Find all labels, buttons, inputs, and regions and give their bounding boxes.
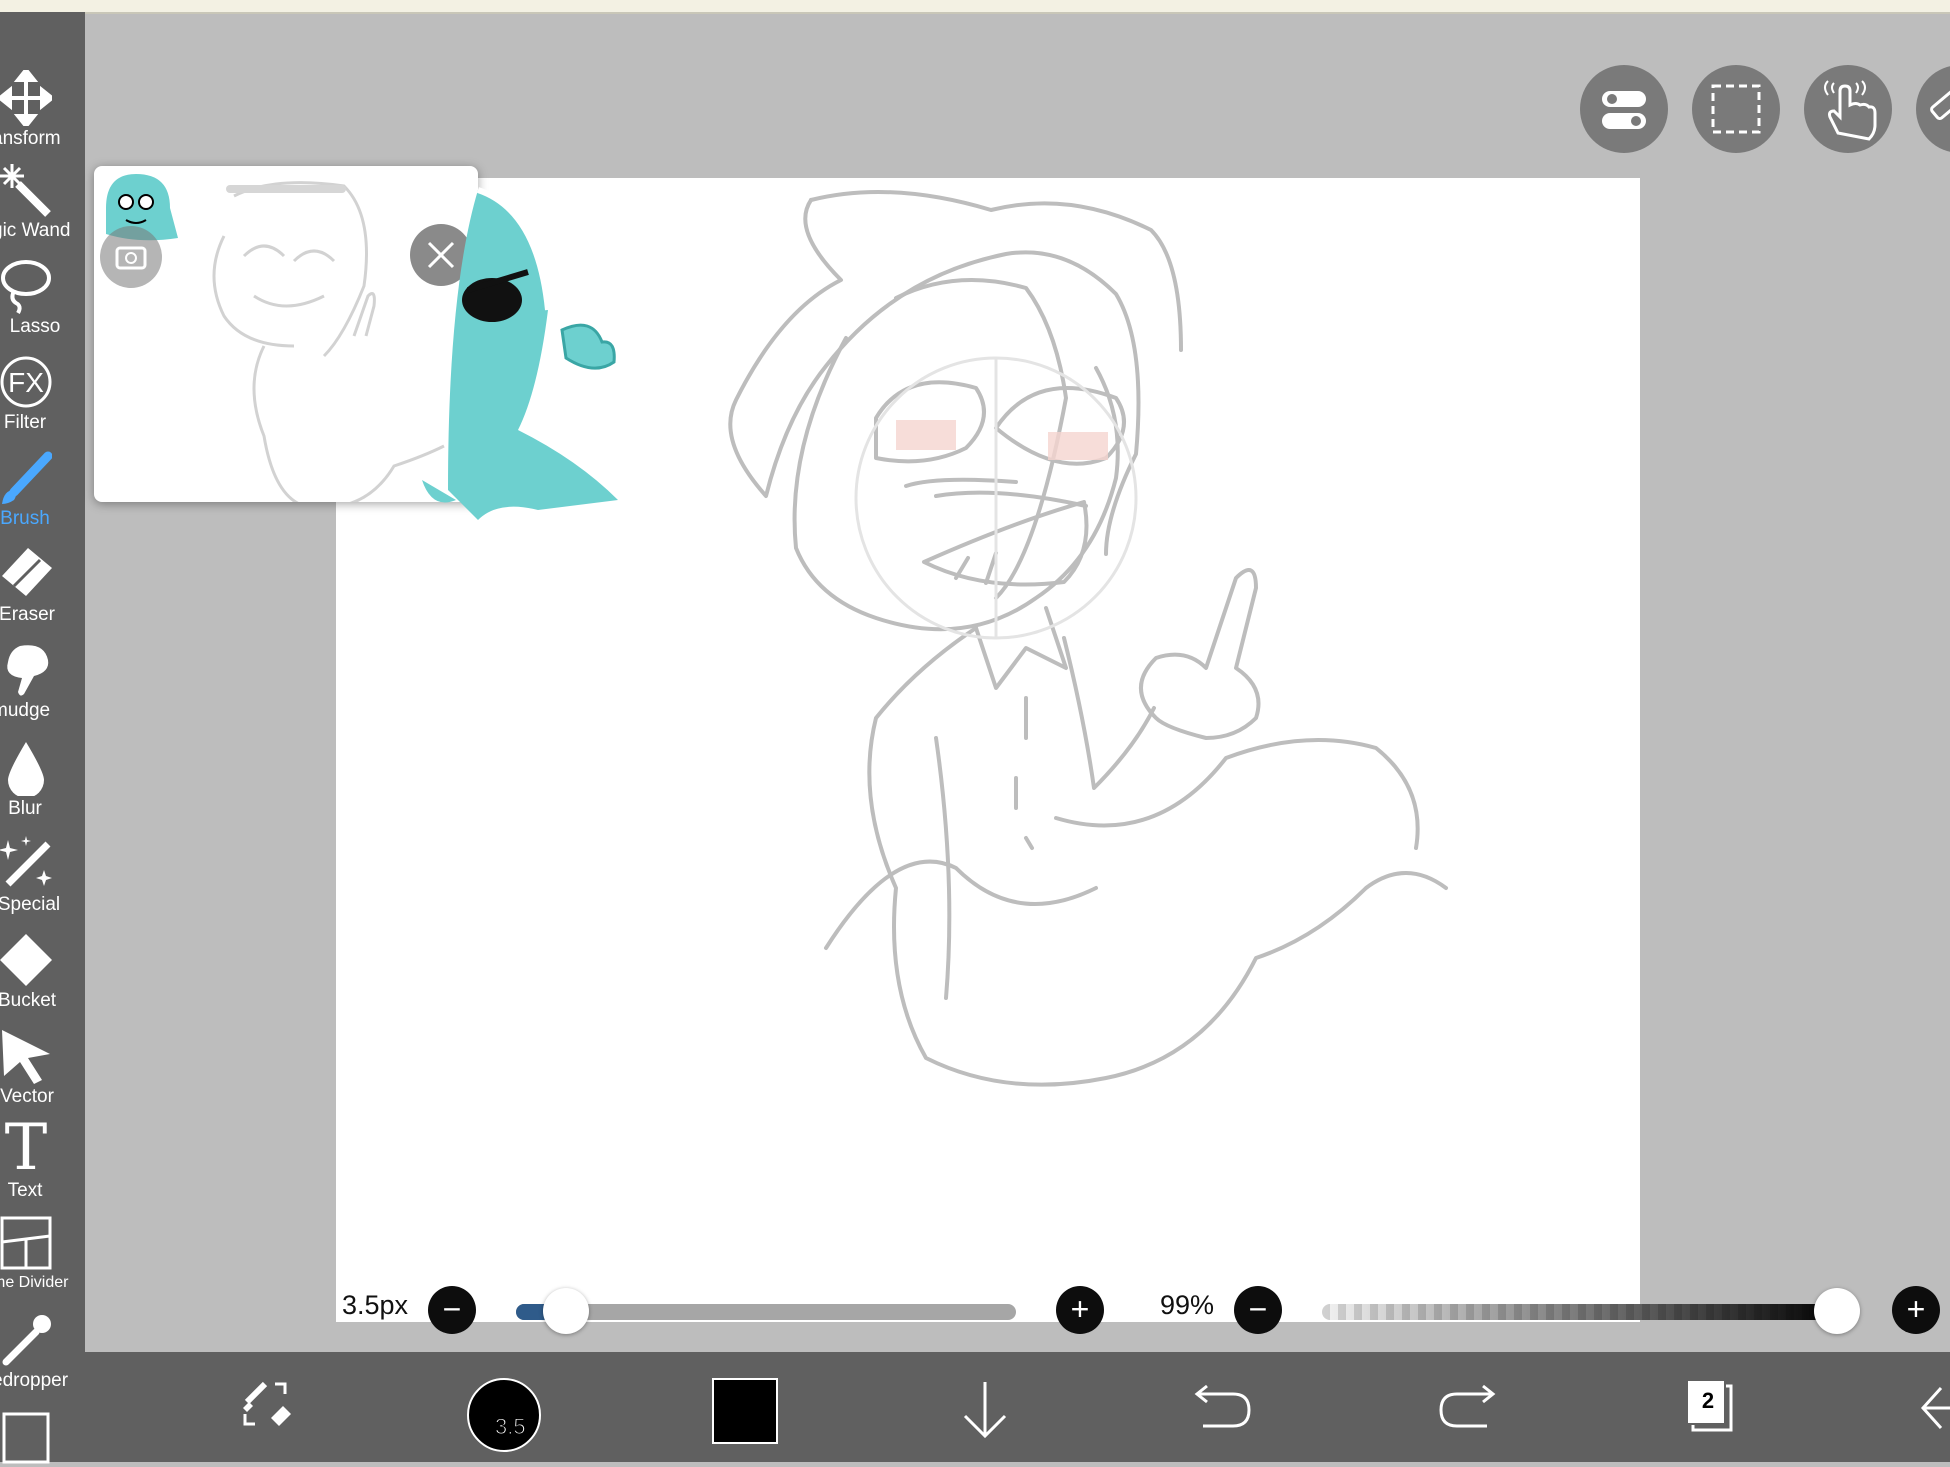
brush-size-badge: 3.5 (495, 1414, 527, 1440)
special-pen-icon (0, 836, 52, 887)
tool-label: Blur (8, 798, 42, 819)
canvas-icon (2, 1412, 50, 1464)
brush-swap-button[interactable] (225, 1352, 305, 1462)
plus-icon: + (1906, 1291, 1926, 1327)
lasso-icon (1, 260, 51, 314)
tool-label: mudge (0, 700, 51, 721)
tool-label: Brush (0, 508, 50, 529)
tool-eyedropper[interactable]: edropper (0, 1312, 85, 1404)
layers-count: 2 (1701, 1388, 1715, 1413)
brush-icon (2, 451, 52, 504)
slider-row: 3.5px − + 99% − + (336, 1282, 1950, 1338)
download-arrow-icon (963, 1382, 1007, 1439)
status-strip (0, 0, 1950, 14)
tool-sidebar: ansform gic Wand Lasso FX Filter Brush E… (0, 12, 85, 1464)
tool-vector[interactable]: Vector (0, 1028, 85, 1120)
text-icon: T (4, 1111, 48, 1185)
plus-icon: + (1070, 1291, 1090, 1327)
undo-icon (1194, 1384, 1251, 1428)
vector-arrow-icon (2, 1030, 50, 1084)
tool-label: me Divider (0, 1274, 69, 1291)
eyedropper-icon (2, 1315, 51, 1366)
transform-icon (0, 70, 52, 126)
redo-icon (1439, 1384, 1496, 1428)
teal-character-overlay (422, 187, 618, 520)
tool-smudge[interactable]: mudge (0, 642, 85, 734)
opacity-knob[interactable] (1813, 1288, 1860, 1334)
tool-label: Lasso (9, 316, 61, 337)
color-button[interactable] (710, 1352, 790, 1462)
tool-label: Text (7, 1180, 43, 1201)
back-icon (1920, 1386, 1950, 1430)
opacity-increase-button[interactable]: + (1892, 1286, 1940, 1334)
undo-button[interactable] (1185, 1352, 1265, 1462)
tool-filter[interactable]: FX Filter (0, 354, 85, 446)
camera-icon (115, 246, 147, 270)
tool-magic-wand[interactable]: gic Wand (0, 162, 85, 254)
minus-icon: − (1248, 1291, 1268, 1327)
tool-special[interactable]: Special (0, 836, 85, 928)
eraser-icon (2, 548, 52, 596)
tool-eraser[interactable]: Eraser (0, 546, 85, 638)
color-swatch-icon (712, 1378, 778, 1444)
frame-divider-icon (0, 1216, 52, 1270)
opacity-slider[interactable] (1322, 1288, 1860, 1334)
magic-wand-icon (0, 164, 51, 217)
selection-button[interactable] (1692, 65, 1780, 153)
brush-swap-icon (243, 1381, 291, 1426)
bottom-toolbar: 3.5 2 (85, 1352, 1950, 1462)
tool-label: Special (0, 894, 61, 915)
ruler-icon (1930, 89, 1950, 121)
tool-bucket[interactable]: Bucket (0, 932, 85, 1024)
back-button[interactable] (1905, 1352, 1950, 1462)
selection-icon (1711, 84, 1761, 134)
blur-drop-icon (8, 742, 44, 796)
tool-blur[interactable]: Blur (0, 740, 85, 832)
tool-lasso[interactable]: Lasso (0, 258, 85, 350)
camera-button[interactable] (100, 226, 162, 288)
layers-button[interactable]: 2 (1665, 1352, 1745, 1462)
opacity-decrease-button[interactable]: − (1234, 1286, 1282, 1334)
gesture-hand-icon (1824, 80, 1877, 141)
tool-label: Filter (3, 412, 47, 433)
fx-text: FX (8, 367, 44, 398)
toggle-button[interactable] (1580, 65, 1668, 153)
filter-fx-icon: FX (0, 356, 52, 408)
ruler-button[interactable] (1916, 65, 1950, 153)
minus-icon: − (442, 1291, 462, 1327)
opacity-label: 99% (1160, 1290, 1215, 1320)
bucket-icon (0, 934, 52, 986)
reference-drag-handle[interactable] (226, 185, 346, 193)
tool-frame-divider[interactable]: me Divider (0, 1216, 85, 1308)
brush-size-decrease-button[interactable]: − (428, 1286, 476, 1334)
tool-text[interactable]: T Text (0, 1111, 85, 1216)
brush-size-increase-button[interactable]: + (1056, 1286, 1104, 1334)
brush-size-label: 3.5px (342, 1290, 409, 1320)
smudge-icon (7, 645, 49, 696)
tool-label: Bucket (0, 990, 57, 1011)
tool-label: Eraser (0, 604, 55, 625)
tool-label: Vector (0, 1086, 54, 1107)
brush-size-icon: 3.5 (467, 1378, 541, 1452)
tool-brush[interactable]: Brush (0, 450, 85, 542)
brush-size-slider[interactable] (516, 1288, 1016, 1334)
tool-label: ansform (0, 128, 61, 149)
tool-canvas[interactable] (0, 1410, 85, 1464)
download-button[interactable] (945, 1352, 1025, 1462)
brush-size-button[interactable]: 3.5 (465, 1352, 545, 1462)
tool-transform[interactable]: ansform (0, 70, 85, 160)
brush-size-knob[interactable] (543, 1288, 589, 1334)
toggle-icon (1602, 91, 1646, 129)
gesture-button[interactable] (1804, 65, 1892, 153)
redo-button[interactable] (1425, 1352, 1505, 1462)
